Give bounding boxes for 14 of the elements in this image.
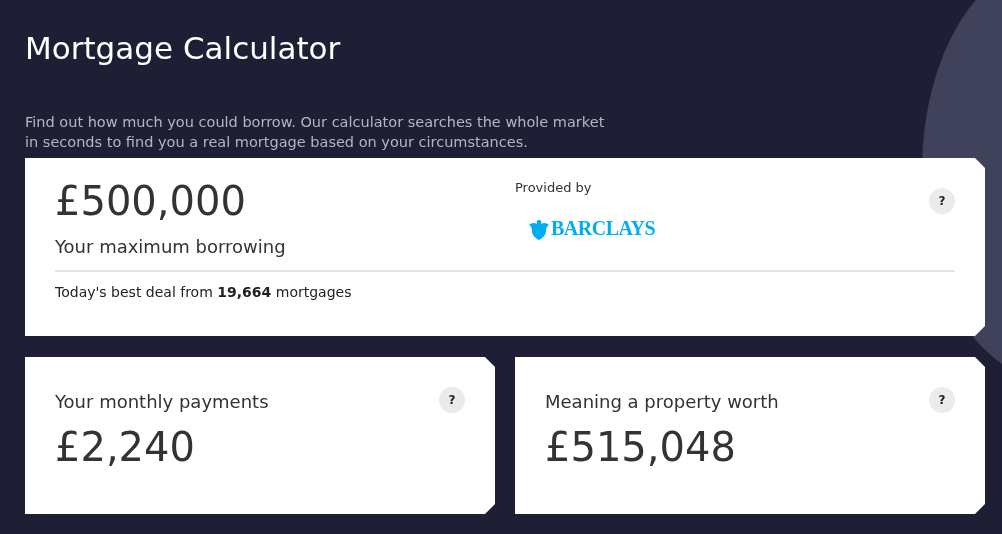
help-button[interactable]: ?	[929, 188, 955, 214]
result-label: Meaning a property worth	[545, 391, 780, 412]
page-title: Mortgage Calculator	[25, 29, 342, 68]
intro-text: Find out how much you could borrow. Our calculator searches the whole market in seconds to find you a real mortgage based on your circumstances.	[25, 113, 605, 152]
result-label: Your monthly payments	[55, 391, 270, 412]
result-value: £515,048	[545, 424, 737, 470]
provider-logo: BARCLAYS	[551, 217, 656, 240]
provided-by-label: Provided by	[515, 180, 593, 195]
help-button[interactable]: ?	[439, 387, 465, 413]
borrowing-amount: £500,000	[55, 177, 247, 226]
borrowing-label: Your maximum borrowing	[55, 236, 287, 257]
best-deal-text: Today's best deal from 19,664 mortgages	[55, 284, 353, 300]
help-button[interactable]: ?	[929, 387, 955, 413]
result-value: £2,240	[55, 424, 196, 470]
